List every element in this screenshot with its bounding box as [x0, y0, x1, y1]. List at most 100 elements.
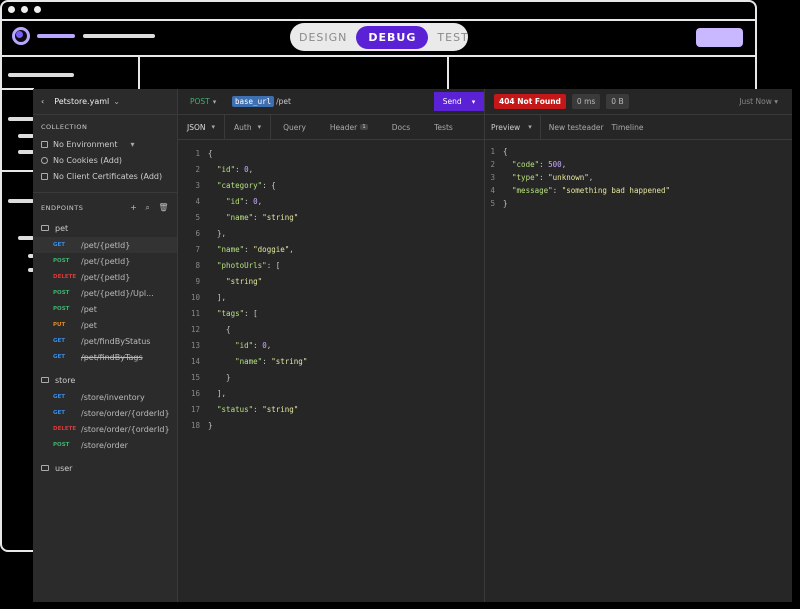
line-number: 5	[195, 213, 200, 222]
mode-test[interactable]: TEST	[428, 27, 477, 48]
chevron-down-icon[interactable]: ⌄	[113, 97, 120, 106]
line-number: 9	[195, 277, 200, 286]
tab-timeline[interactable]: Timeline	[612, 115, 652, 139]
base-url-variable[interactable]: base_url	[232, 96, 275, 107]
dot-icon	[34, 6, 41, 13]
endpoint-item[interactable]: GET/store/inventory	[33, 389, 177, 405]
endpoint-item[interactable]: GET/store/order/{orderId}	[33, 405, 177, 421]
endpoint-path: /pet	[81, 320, 97, 330]
code-text: "tags": [	[217, 309, 258, 318]
code-line: 11 "tags": [	[178, 306, 484, 322]
endpoint-item[interactable]: GET/pet/findByStatus	[33, 333, 177, 349]
code-text: "code": 500,	[512, 160, 567, 169]
send-button[interactable]: Send ▾	[434, 92, 484, 111]
url-path-input[interactable]: /pet	[276, 97, 291, 106]
endpoint-item[interactable]: POST/store/order	[33, 437, 177, 453]
code-line: 16 ],	[178, 386, 484, 402]
tab-tests[interactable]: Tests	[422, 115, 465, 139]
line-number: 5	[490, 199, 495, 208]
code-text: },	[208, 229, 227, 238]
endpoint-path: /pet/findByStatus	[81, 336, 151, 346]
endpoint-path: /store/order/{orderId}	[81, 424, 170, 434]
folder-label: store	[55, 375, 76, 385]
cookies-item[interactable]: No Cookies (Add)	[33, 152, 177, 168]
code-text: }	[208, 373, 231, 382]
tab-query[interactable]: Query	[271, 115, 318, 139]
code-text: "id": 0,	[217, 165, 254, 174]
tab-docs[interactable]: Docs	[380, 115, 422, 139]
tab-json[interactable]: JSON ▾	[178, 115, 226, 139]
method-select[interactable]: POST ▾	[178, 97, 232, 106]
endpoint-item[interactable]: POST/pet/{petId}	[33, 253, 177, 269]
mode-design[interactable]: DESIGN	[290, 27, 356, 48]
title-divider	[0, 19, 757, 21]
folder-user[interactable]: user	[33, 459, 177, 477]
code-line: 18}	[178, 418, 484, 434]
folder-label: pet	[55, 223, 69, 233]
app-logo-icon	[12, 27, 30, 45]
endpoint-item[interactable]: DELETE/pet/{petId}	[33, 269, 177, 285]
search-icon[interactable]: ⌕	[145, 203, 150, 213]
line-number: 15	[190, 373, 200, 382]
tab-auth-label: Auth	[234, 122, 252, 132]
code-text: "name": "string"	[226, 213, 299, 222]
method-badge: POST	[53, 442, 70, 448]
code-text: ],	[208, 293, 227, 302]
endpoint-item[interactable]: GET/pet/findByTags	[33, 349, 177, 365]
endpoint-item[interactable]: GET/pet/{petId}	[33, 237, 177, 253]
endpoint-item[interactable]: POST/pet	[33, 301, 177, 317]
chevron-down-icon: ▾	[212, 98, 217, 106]
response-tabs: Preview ▾ New testeader Timeline	[485, 115, 792, 140]
response-size: 0 B	[606, 94, 629, 109]
endpoint-item[interactable]: DELETE/store/order/{orderId}	[33, 421, 177, 437]
placeholder-bar	[37, 34, 75, 38]
code-text: "message": "something bad happened"	[512, 186, 671, 195]
line-number: 12	[190, 325, 200, 334]
code-text: }	[503, 199, 508, 208]
response-history-select[interactable]: Just Now ▾	[739, 97, 792, 106]
panel-divider	[0, 170, 34, 172]
request-body-editor[interactable]: 1{2 "id": 0, 3 "category": {4 "id": 0, 5 "…	[178, 140, 484, 434]
dot-icon	[21, 6, 28, 13]
environment-select[interactable]: No Environment ▾	[33, 136, 177, 152]
line-number: 4	[195, 197, 200, 206]
chevron-down-icon[interactable]: ▾	[472, 98, 476, 106]
chevron-down-icon: ▾	[257, 123, 262, 131]
line-number: 4	[490, 186, 495, 195]
code-line: 17 "status": "string"	[178, 402, 484, 418]
code-line: 14 "name": "string"	[178, 354, 484, 370]
file-name[interactable]: Petstore.yaml	[54, 97, 109, 106]
environment-label: No Environment	[53, 139, 118, 149]
certificates-item[interactable]: No Client Certificates (Add)	[33, 168, 177, 184]
code-line: 8 "photoUrls": [	[178, 258, 484, 274]
response-pane: 404 Not Found 0 ms 0 B Just Now ▾ Previe…	[485, 89, 792, 602]
tab-header[interactable]: Header 1	[318, 115, 380, 139]
folder-icon	[41, 225, 49, 231]
back-icon[interactable]: ‹	[41, 97, 44, 106]
top-action-button[interactable]	[696, 28, 743, 47]
endpoint-item[interactable]: PUT/pet	[33, 317, 177, 333]
code-line: 6 },	[178, 226, 484, 242]
line-number: 18	[190, 421, 200, 430]
folder-store[interactable]: store	[33, 371, 177, 389]
method-badge: DELETE	[53, 274, 77, 280]
add-icon[interactable]: +	[130, 203, 137, 213]
dot-icon	[8, 6, 15, 13]
method-label: POST	[190, 97, 210, 106]
line-number: 11	[190, 309, 200, 318]
send-label: Send	[442, 97, 462, 106]
code-line: 3 "type": "unknown",	[485, 171, 792, 184]
method-badge: GET	[53, 394, 66, 400]
endpoint-path: /store/inventory	[81, 392, 145, 402]
sidebar: ‹ Petstore.yaml ⌄ COLLECTION No Environm…	[33, 89, 178, 602]
folder-pet[interactable]: pet	[33, 219, 177, 237]
tab-preview[interactable]: Preview ▾	[485, 115, 541, 139]
folder-label: user	[55, 463, 73, 473]
endpoint-item[interactable]: POST/pet/{petId}/Upl...	[33, 285, 177, 301]
mode-debug[interactable]: DEBUG	[356, 25, 429, 49]
method-badge: GET	[53, 242, 66, 248]
trash-icon[interactable]: 🗑	[158, 203, 169, 213]
tab-header-label: Header	[329, 122, 358, 132]
tab-auth[interactable]: Auth ▾	[225, 115, 272, 139]
tab-new-testeader[interactable]: New testeader	[541, 115, 612, 139]
